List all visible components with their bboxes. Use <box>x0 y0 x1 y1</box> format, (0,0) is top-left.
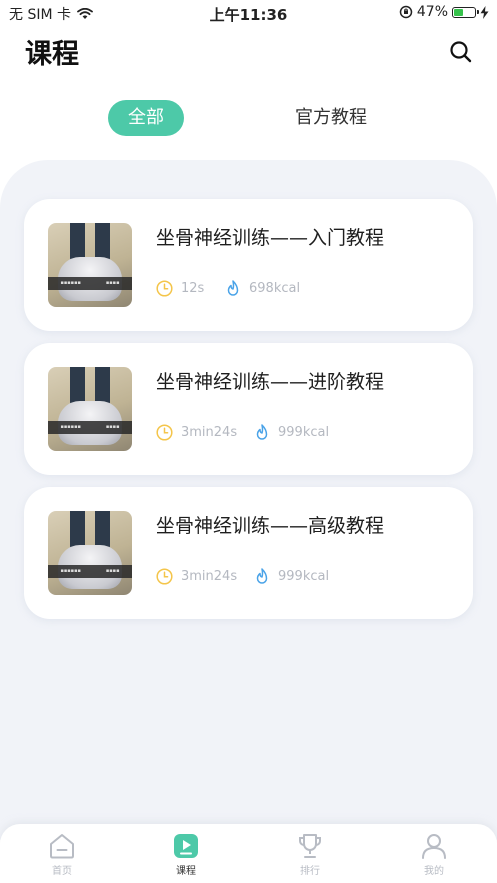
course-duration: 12s <box>156 279 204 297</box>
course-duration: 3min24s <box>156 423 237 441</box>
course-title: 坐骨神经训练——进阶教程 <box>156 371 385 393</box>
course-thumbnail: ▪▪▪▪▪▪ ▪▪▪▪ <box>48 367 132 451</box>
duration-value: 12s <box>181 280 205 296</box>
nav-home[interactable]: 首页 <box>22 832 102 877</box>
nav-ranking-label: 排行 <box>300 866 320 877</box>
nav-profile[interactable]: 我的 <box>394 832 474 877</box>
page-title: 课程 <box>25 39 79 70</box>
course-calories: 999kcal <box>254 567 329 585</box>
charging-icon <box>480 5 489 19</box>
duration-value: 3min24s <box>181 568 238 584</box>
status-bar: 无 SIM 卡 上午11:36 47% <box>0 0 497 26</box>
flame-icon <box>256 423 268 440</box>
battery-percent: 47% <box>416 4 448 20</box>
nav-profile-label: 我的 <box>424 866 444 877</box>
course-duration: 3min24s <box>156 567 237 585</box>
flame-icon <box>227 279 239 296</box>
bottom-nav: 首页 课程 排行 我的 <box>0 824 497 883</box>
orientation-lock-icon <box>399 5 413 19</box>
search-icon <box>450 41 472 63</box>
calories-value: 999kcal <box>278 568 330 584</box>
duration-value: 3min24s <box>181 424 238 440</box>
course-thumbnail: ▪▪▪▪▪▪ ▪▪▪▪ <box>48 223 132 307</box>
status-right: 47% <box>399 4 489 20</box>
clock-icon <box>156 279 173 297</box>
course-play-icon <box>174 834 198 858</box>
clock-icon <box>156 423 173 441</box>
course-calories: 999kcal <box>254 423 329 441</box>
calories-value: 698kcal <box>249 280 301 296</box>
clock-icon <box>156 567 173 585</box>
calories-value: 999kcal <box>278 424 330 440</box>
trophy-icon <box>299 834 321 858</box>
tab-official-tutorials[interactable]: 官方教程 <box>280 100 382 136</box>
home-icon <box>50 834 74 859</box>
course-title: 坐骨神经训练——高级教程 <box>156 515 385 537</box>
profile-icon <box>422 834 446 859</box>
nav-ranking[interactable]: 排行 <box>270 832 350 877</box>
nav-courses[interactable]: 课程 <box>146 832 226 877</box>
flame-icon <box>256 567 268 584</box>
battery-level <box>454 8 463 16</box>
course-calories: 698kcal <box>225 279 300 297</box>
course-thumbnail: ▪▪▪▪▪▪ ▪▪▪▪ <box>48 511 132 595</box>
search-button[interactable] <box>449 40 473 64</box>
course-card[interactable]: ▪▪▪▪▪▪ ▪▪▪▪ 坐骨神经训练——高级教程 3min24s 999kcal <box>24 487 473 619</box>
nav-home-label: 首页 <box>52 866 72 877</box>
course-title: 坐骨神经训练——入门教程 <box>156 227 385 249</box>
tab-all[interactable]: 全部 <box>108 100 184 136</box>
nav-courses-label: 课程 <box>176 866 196 877</box>
course-card[interactable]: ▪▪▪▪▪▪ ▪▪▪▪ 坐骨神经训练——进阶教程 3min24s 999kcal <box>24 343 473 475</box>
course-card[interactable]: ▪▪▪▪▪▪ ▪▪▪▪ 坐骨神经训练——入门教程 12s 698kcal <box>24 199 473 331</box>
battery-icon <box>452 6 479 18</box>
